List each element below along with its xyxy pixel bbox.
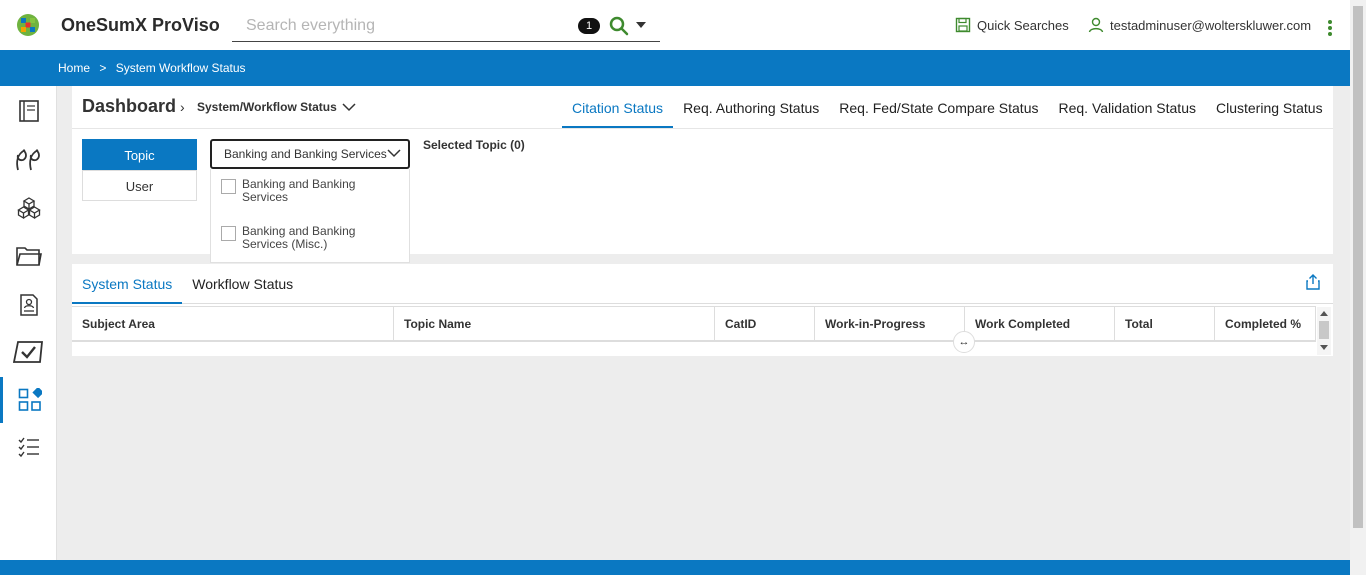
- page-scroll-thumb[interactable]: [1353, 6, 1363, 528]
- scroll-up-arrow-icon[interactable]: [1320, 311, 1328, 316]
- folder-icon: [15, 247, 42, 266]
- search-count-badge: 1: [578, 18, 600, 34]
- status-subtabs: System Status Workflow Status: [72, 264, 1333, 304]
- footer-bar: [0, 560, 1350, 575]
- column-resize-handle-icon[interactable]: ↔: [953, 331, 975, 353]
- document-user-icon: [19, 294, 38, 316]
- scroll-thumb[interactable]: [1319, 321, 1329, 339]
- dropdown-option[interactable]: Banking and Banking Services (Misc.): [221, 225, 372, 251]
- checkbox[interactable]: [221, 179, 236, 194]
- divider: [72, 128, 1333, 129]
- wolters-kluwer-logo[interactable]: [16, 13, 40, 37]
- user-icon: [1088, 17, 1104, 33]
- book-icon: [18, 100, 39, 122]
- apps-icon: [18, 388, 42, 411]
- chevron-right-icon: ›: [180, 99, 185, 115]
- quote-icon: [15, 149, 40, 171]
- column-header-topic-name[interactable]: Topic Name: [394, 307, 715, 341]
- dashboard-view-selector[interactable]: System/Workflow Status: [197, 100, 356, 114]
- sidebar-item-check-board[interactable]: [0, 329, 57, 375]
- dropdown-chevron-down-icon[interactable]: [387, 146, 401, 160]
- tab-req-fed-state-compare-status[interactable]: Req. Fed/State Compare Status: [829, 86, 1048, 128]
- tab-system-status[interactable]: System Status: [72, 264, 183, 304]
- dashboard-view-label: System/Workflow Status: [197, 100, 337, 114]
- topic-dropdown[interactable]: Banking and Banking Services: [210, 139, 410, 169]
- sidebar-item-cubes[interactable]: [0, 185, 57, 231]
- check-board-icon: [12, 341, 43, 363]
- save-icon: [955, 17, 971, 33]
- main-content: Dashboard › System/Workflow Status Citat…: [57, 86, 1350, 560]
- chevron-down-icon: [342, 103, 356, 112]
- checklist-icon: [18, 437, 39, 458]
- search-input[interactable]: [246, 15, 566, 37]
- breadcrumb-separator: >: [99, 61, 107, 75]
- dashboard-panel: Dashboard › System/Workflow Status Citat…: [72, 86, 1333, 263]
- left-sidebar: [0, 86, 57, 560]
- sidebar-item-folder[interactable]: [0, 233, 57, 279]
- tab-req-authoring-status[interactable]: Req. Authoring Status: [673, 86, 829, 128]
- dropdown-option[interactable]: Banking and Banking Services: [221, 178, 372, 204]
- tab-req-validation-status[interactable]: Req. Validation Status: [1048, 86, 1206, 128]
- tab-workflow-status[interactable]: Workflow Status: [182, 264, 303, 304]
- breadcrumb-home[interactable]: Home: [58, 61, 90, 75]
- page-scrollbar[interactable]: [1350, 0, 1366, 575]
- app-title: OneSumX ProViso: [61, 15, 220, 35]
- quick-searches-button[interactable]: Quick Searches: [955, 17, 1069, 33]
- sidebar-item-apps[interactable]: [0, 377, 57, 423]
- sidebar-item-checklist[interactable]: [0, 425, 57, 471]
- column-header-completed-percent[interactable]: Completed %: [1215, 307, 1316, 341]
- search-icon[interactable]: [609, 16, 629, 36]
- topic-dropdown-list: Banking and Banking Services Banking and…: [210, 169, 410, 263]
- export-icon[interactable]: [1306, 274, 1320, 290]
- breadcrumb: Home > System Workflow Status: [58, 61, 252, 75]
- column-header-subject-area[interactable]: Subject Area: [72, 307, 394, 341]
- page-title: Dashboard: [82, 96, 177, 116]
- top-header: OneSumX ProViso 1 Quick Searches testadm…: [0, 0, 1350, 50]
- cubes-icon: [16, 197, 41, 220]
- quick-searches-label: Quick Searches: [977, 17, 1069, 33]
- column-header-catid[interactable]: CatID: [715, 307, 815, 341]
- user-toggle-button[interactable]: User: [82, 170, 197, 201]
- search-options-chevron-down-icon[interactable]: [636, 22, 646, 28]
- breadcrumb-current: System Workflow Status: [115, 61, 246, 75]
- status-tabs: Citation Status Req. Authoring Status Re…: [562, 86, 1333, 128]
- filter-type-toggle: Topic User: [82, 139, 197, 201]
- selected-topic-count: Selected Topic (0): [423, 138, 525, 152]
- column-header-work-in-progress[interactable]: Work-in-Progress: [815, 307, 965, 341]
- status-grid-panel: System Status Workflow Status Subject Ar…: [72, 264, 1333, 356]
- user-email: testadminuser@wolterskluwer.com: [1110, 17, 1312, 33]
- sidebar-item-document-user[interactable]: [0, 282, 57, 328]
- scroll-down-arrow-icon[interactable]: [1320, 345, 1328, 350]
- dropdown-option-label: Banking and Banking Services (Misc.): [242, 224, 356, 251]
- checkbox[interactable]: [221, 226, 236, 241]
- tab-citation-status[interactable]: Citation Status: [562, 86, 674, 128]
- breadcrumb-bar: Home > System Workflow Status: [0, 50, 1350, 86]
- column-header-work-completed[interactable]: Work Completed: [965, 307, 1115, 341]
- grid-scrollbar[interactable]: [1317, 307, 1331, 355]
- sidebar-item-quotes[interactable]: [0, 137, 57, 183]
- tab-clustering-status[interactable]: Clustering Status: [1206, 86, 1333, 128]
- topic-toggle-button[interactable]: Topic: [82, 139, 197, 170]
- table-header-row: Subject Area Topic Name CatID Work-in-Pr…: [72, 306, 1316, 342]
- sidebar-item-book[interactable]: [0, 88, 57, 134]
- column-header-total[interactable]: Total: [1115, 307, 1215, 341]
- dropdown-option-label: Banking and Banking Services: [242, 177, 356, 204]
- search-box: 1: [232, 10, 660, 42]
- user-menu[interactable]: testadminuser@wolterskluwer.com: [1088, 17, 1311, 33]
- more-options-icon[interactable]: [1328, 20, 1334, 38]
